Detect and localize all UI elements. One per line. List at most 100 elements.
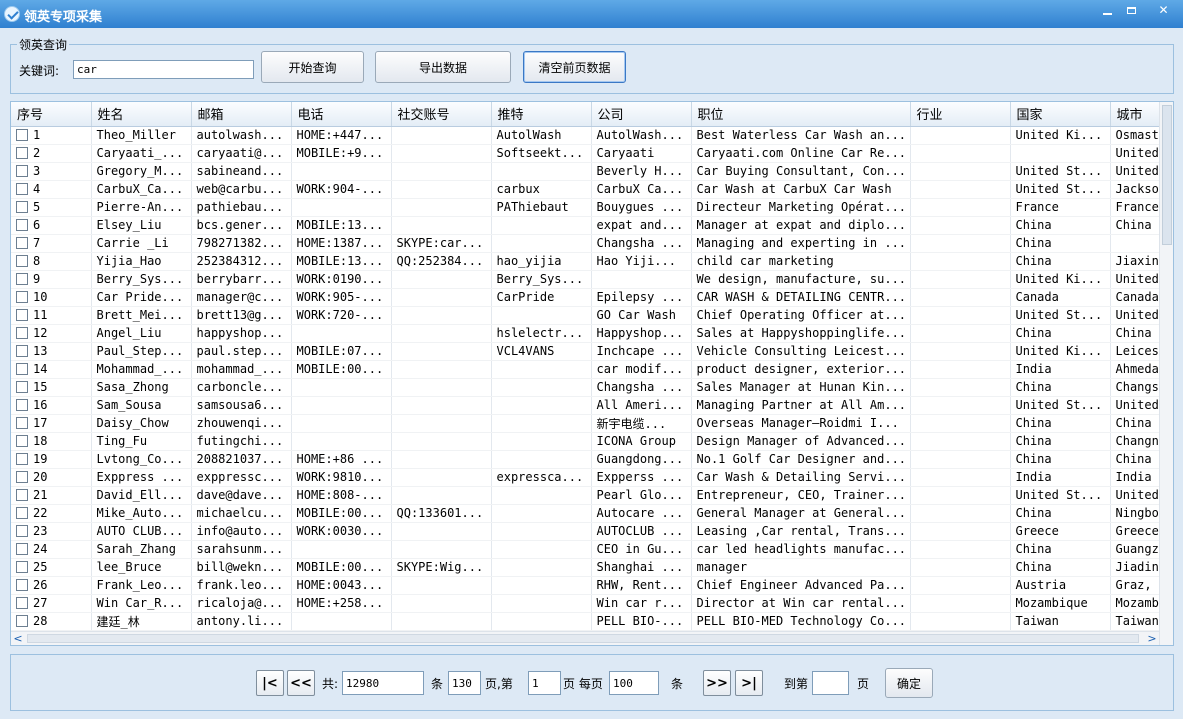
- last-page-button[interactable]: >|: [735, 670, 763, 696]
- table-row[interactable]: 19 Lvtong_Co... 208821037... HOME:+86 ... Gu…: [11, 450, 1162, 469]
- table-row[interactable]: 5 Pierre-An... pathiebau... PAThiebaut Bouyg…: [11, 198, 1162, 217]
- row-checkbox[interactable]: [16, 183, 28, 195]
- current-page-field[interactable]: [528, 671, 561, 695]
- cell-position: Entrepreneur, CEO, Trainer...: [691, 486, 911, 505]
- column-header-twitter[interactable]: 推特: [491, 102, 592, 127]
- table-row[interactable]: 15 Sasa_Zhong carboncle... Changsha ... Sale…: [11, 378, 1162, 397]
- row-checkbox[interactable]: [16, 597, 28, 609]
- cell-country: Canada: [1010, 288, 1111, 307]
- row-checkbox[interactable]: [16, 399, 28, 411]
- cell-industry: [910, 414, 1011, 433]
- table-row[interactable]: 1 Theo_Miller autolwash... HOME:+447... Auto…: [11, 126, 1162, 145]
- row-checkbox[interactable]: [16, 579, 28, 591]
- row-checkbox[interactable]: [16, 255, 28, 267]
- goto-unit-label: 页: [857, 677, 870, 691]
- row-checkbox[interactable]: [16, 273, 28, 285]
- row-checkbox[interactable]: [16, 129, 28, 141]
- table-row[interactable]: 12 Angel_Liu happyshop... hslelectr... Happy…: [11, 324, 1162, 343]
- table-row[interactable]: 24 Sarah_Zhang sarahsunm... CEO in Gu... car…: [11, 540, 1162, 559]
- cell-phone: MOBILE:13...: [291, 252, 392, 271]
- row-checkbox[interactable]: [16, 489, 28, 501]
- table-row[interactable]: 25 lee_Bruce bill@wekn... MOBILE:00... SKYPE…: [11, 558, 1162, 577]
- row-checkbox[interactable]: [16, 435, 28, 447]
- row-checkbox[interactable]: [16, 165, 28, 177]
- table-row[interactable]: 28 建廷_林 antony.li... PELL BIO-... PELL BIO-M…: [11, 612, 1162, 631]
- table-row[interactable]: 10 Car Pride... manager@c... WORK:905-... Ca…: [11, 288, 1162, 307]
- column-header-social[interactable]: 社交账号: [391, 102, 492, 127]
- table-row[interactable]: 7 Carrie _Li 798271382... HOME:1387... SKYPE…: [11, 234, 1162, 253]
- minimize-icon[interactable]: [1096, 3, 1119, 19]
- table-row[interactable]: 16 Sam_Sousa samsousa6... All Ameri... Manag…: [11, 396, 1162, 415]
- scroll-right-icon[interactable]: >: [1145, 632, 1159, 645]
- keyword-input[interactable]: [73, 60, 254, 79]
- column-header-company[interactable]: 公司: [591, 102, 692, 127]
- column-header-name[interactable]: 姓名: [91, 102, 192, 127]
- row-checkbox[interactable]: [16, 309, 28, 321]
- title-bar: 领英专项采集 ✕: [0, 0, 1183, 28]
- table-row[interactable]: 26 Frank_Leo... frank.leo... HOME:0043... RH…: [11, 576, 1162, 595]
- row-checkbox[interactable]: [16, 327, 28, 339]
- first-page-button[interactable]: |<: [256, 670, 284, 696]
- confirm-goto-button[interactable]: 确定: [885, 668, 933, 698]
- cell-name: Brett_Mei...: [91, 306, 192, 325]
- row-checkbox[interactable]: [16, 507, 28, 519]
- row-checkbox[interactable]: [16, 471, 28, 483]
- table-row[interactable]: 20 Exppress ... exppressc... WORK:9810... ex…: [11, 468, 1162, 487]
- row-checkbox[interactable]: [16, 453, 28, 465]
- cell-email: manager@c...: [191, 288, 292, 307]
- horizontal-scroll-thumb[interactable]: [27, 634, 1139, 643]
- close-icon[interactable]: ✕: [1150, 3, 1177, 19]
- goto-page-input[interactable]: [812, 671, 849, 695]
- table-row[interactable]: 4 CarbuX_Ca... web@carbu... WORK:904-... car…: [11, 180, 1162, 199]
- row-checkbox[interactable]: [16, 525, 28, 537]
- row-checkbox[interactable]: [16, 381, 28, 393]
- table-row[interactable]: 3 Gregory_M... sabineand... Beverly H... Car…: [11, 162, 1162, 181]
- maximize-icon[interactable]: [1120, 3, 1143, 19]
- column-header-position[interactable]: 职位: [691, 102, 911, 127]
- prev-page-button[interactable]: <<: [287, 670, 315, 696]
- table-row[interactable]: 18 Ting_Fu futingchi... ICONA Group Design M…: [11, 432, 1162, 451]
- vertical-scroll-thumb[interactable]: [1162, 105, 1172, 245]
- row-checkbox[interactable]: [16, 543, 28, 555]
- table-row[interactable]: 21 David_Ell... dave@dave... HOME:808-... Pe…: [11, 486, 1162, 505]
- clear-page-data-button[interactable]: 清空前页数据: [523, 51, 626, 83]
- cell-social: SKYPE:Wig...: [391, 558, 492, 577]
- cell-country: India: [1010, 360, 1111, 379]
- table-row[interactable]: 11 Brett_Mei... brett13@g... WORK:720-... GO…: [11, 306, 1162, 325]
- table-row[interactable]: 23 AUTO CLUB... info@auto... WORK:0030... AU…: [11, 522, 1162, 541]
- row-checkbox[interactable]: [16, 291, 28, 303]
- column-header-id[interactable]: 序号: [11, 102, 92, 127]
- start-query-button[interactable]: 开始查询: [261, 51, 364, 83]
- per-page-field[interactable]: [609, 671, 659, 695]
- table-row[interactable]: 14 Mohammad_... mohammad_... MOBILE:00... ca…: [11, 360, 1162, 379]
- row-checkbox[interactable]: [16, 615, 28, 627]
- column-header-industry[interactable]: 行业: [910, 102, 1011, 127]
- table-row[interactable]: 6 Elsey_Liu bcs.gener... MOBILE:13... expat …: [11, 216, 1162, 235]
- row-checkbox[interactable]: [16, 201, 28, 213]
- column-header-city[interactable]: 城市: [1110, 102, 1162, 127]
- row-checkbox[interactable]: [16, 147, 28, 159]
- row-checkbox[interactable]: [16, 417, 28, 429]
- scroll-left-icon[interactable]: <: [11, 632, 25, 645]
- row-checkbox[interactable]: [16, 363, 28, 375]
- column-header-email[interactable]: 邮箱: [191, 102, 292, 127]
- row-checkbox[interactable]: [16, 345, 28, 357]
- table-row[interactable]: 27 Win Car_R... ricaloja@... HOME:+258... Wi…: [11, 594, 1162, 613]
- row-checkbox[interactable]: [16, 561, 28, 573]
- export-data-button[interactable]: 导出数据: [375, 51, 511, 83]
- table-row[interactable]: 9 Berry_Sys... berrybarr... WORK:0190... Ber…: [11, 270, 1162, 289]
- column-header-country[interactable]: 国家: [1010, 102, 1111, 127]
- column-header-phone[interactable]: 电话: [291, 102, 392, 127]
- next-page-button[interactable]: >>: [703, 670, 731, 696]
- table-row[interactable]: 2 Caryaati_... caryaati@... MOBILE:+9... Sof…: [11, 144, 1162, 163]
- table-row[interactable]: 17 Daisy_Chow zhouwenqi... 新宇电缆... Overseas …: [11, 414, 1162, 433]
- row-checkbox[interactable]: [16, 237, 28, 249]
- table-row[interactable]: 8 Yijia_Hao 252384312... MOBILE:13... QQ:252…: [11, 252, 1162, 271]
- horizontal-scrollbar[interactable]: < >: [11, 631, 1159, 645]
- cell-twitter: [491, 216, 592, 235]
- vertical-scrollbar[interactable]: [1159, 102, 1173, 645]
- row-checkbox[interactable]: [16, 219, 28, 231]
- table-row[interactable]: 13 Paul_Step... paul.step... MOBILE:07... VC…: [11, 342, 1162, 361]
- cell-twitter: expressca...: [491, 468, 592, 487]
- table-row[interactable]: 22 Mike_Auto... michaelcu... MOBILE:00... QQ…: [11, 504, 1162, 523]
